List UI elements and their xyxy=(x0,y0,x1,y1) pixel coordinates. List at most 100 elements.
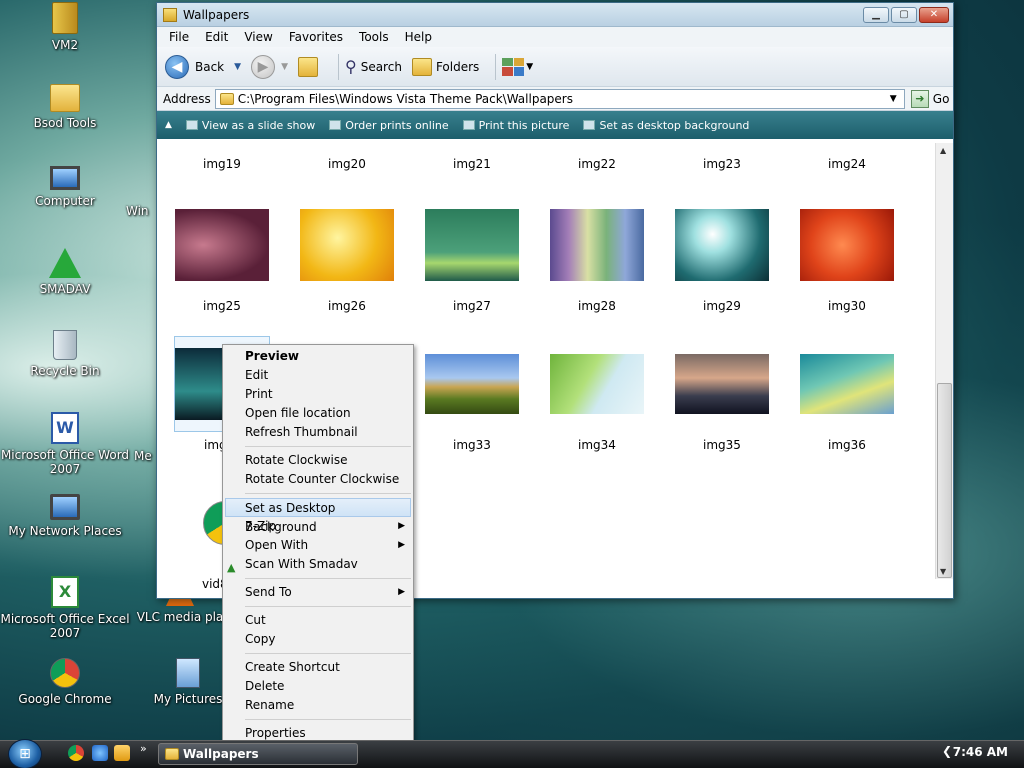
file-item[interactable]: img24 xyxy=(797,157,897,171)
menu-edit[interactable]: Edit xyxy=(197,30,236,44)
file-item[interactable]: img22 xyxy=(547,157,647,171)
file-item[interactable]: img25 xyxy=(172,197,272,313)
menu-item-preview[interactable]: Preview xyxy=(223,347,413,366)
image-thumbnail xyxy=(425,354,519,414)
file-item[interactable]: img29 xyxy=(672,197,772,313)
task-set-desktop-bg[interactable]: Set as desktop background xyxy=(583,119,749,132)
file-item[interactable]: img21 xyxy=(422,157,522,171)
menu-help[interactable]: Help xyxy=(397,30,440,44)
image-thumbnail xyxy=(800,209,894,281)
toolbar-separator xyxy=(337,53,339,80)
file-item[interactable]: img33 xyxy=(422,336,522,452)
windows-logo-icon: ⊞ xyxy=(19,746,31,762)
menu-item-rotate-clockwise[interactable]: Rotate Clockwise xyxy=(223,451,413,470)
forward-button[interactable]: ▶ ▼ xyxy=(251,54,288,79)
menu-view[interactable]: View xyxy=(236,30,280,44)
file-item[interactable]: img27 xyxy=(422,197,522,313)
menu-item-open-with[interactable]: Open With ▶ xyxy=(223,536,413,555)
title-bar[interactable]: Wallpapers ▁ ▢ ✕ xyxy=(157,3,953,27)
collapse-icon[interactable]: ▲ xyxy=(165,120,172,130)
desktop-icon-chrome[interactable]: Google Chrome xyxy=(0,658,130,706)
menu-item-refresh-thumbnail[interactable]: Refresh Thumbnail xyxy=(223,423,413,442)
go-button[interactable]: ➜ Go xyxy=(910,89,949,108)
go-arrow-icon: ➜ xyxy=(910,89,929,108)
quicklaunch-chrome-icon[interactable] xyxy=(68,745,84,761)
image-thumbnail xyxy=(675,354,769,414)
toolbar: ◀ Back ▼ ▶ ▼ ⚲ Search Folders ▼ xyxy=(157,47,953,87)
menu-tools[interactable]: Tools xyxy=(351,30,397,44)
up-folder-button[interactable] xyxy=(297,56,322,77)
desktop-icon-word[interactable]: W Microsoft Office Word 2007 xyxy=(0,412,130,476)
scroll-thumb[interactable] xyxy=(937,383,952,578)
address-dropdown-icon[interactable]: ▼ xyxy=(890,94,904,104)
submenu-arrow-icon: ▶ xyxy=(398,540,405,550)
scroll-up-icon[interactable]: ▲ xyxy=(940,146,946,155)
desktop-icon-recycle-bin[interactable]: Recycle Bin xyxy=(0,330,130,378)
task-order-prints[interactable]: Order prints online xyxy=(329,119,449,132)
desktop-icon-smadav[interactable]: SMADAV xyxy=(0,248,130,296)
quicklaunch-media-icon[interactable] xyxy=(114,745,130,761)
menu-item-send-to[interactable]: Send To ▶ xyxy=(223,583,413,602)
task-slideshow[interactable]: View as a slide show xyxy=(185,119,315,132)
menu-item-rename[interactable]: Rename xyxy=(223,696,413,715)
quicklaunch-ie-icon[interactable] xyxy=(92,745,108,761)
menu-separator xyxy=(245,578,411,579)
file-item[interactable]: img36 xyxy=(797,336,897,452)
search-button[interactable]: ⚲ Search xyxy=(345,57,402,76)
file-item[interactable]: img30 xyxy=(797,197,897,313)
menu-item-7zip[interactable]: 7-Zip ▶ xyxy=(223,517,413,536)
network-icon xyxy=(50,494,80,520)
word-icon: W xyxy=(51,412,79,444)
address-input[interactable]: C:\Program Files\Windows Vista Theme Pac… xyxy=(214,88,905,109)
menu-separator xyxy=(245,606,411,607)
forward-dropdown-icon[interactable]: ▼ xyxy=(281,62,288,72)
clock[interactable]: 7:46 AM xyxy=(953,745,1008,759)
folder-icon xyxy=(50,84,80,112)
menu-item-delete[interactable]: Delete xyxy=(223,677,413,696)
menu-item-copy[interactable]: Copy xyxy=(223,630,413,649)
task-print-picture[interactable]: Print this picture xyxy=(462,119,569,132)
forward-arrow-icon: ▶ xyxy=(251,54,276,79)
start-button[interactable]: ⊞ xyxy=(8,739,42,768)
toolbar-separator xyxy=(495,53,497,80)
taskbar xyxy=(0,740,1024,768)
file-item[interactable]: img23 xyxy=(672,157,772,171)
desktop-icon-vm2[interactable]: VM2 xyxy=(0,2,130,52)
tray-expand-icon[interactable]: ❮ xyxy=(942,744,952,758)
vertical-scrollbar[interactable]: ▲ ▼ xyxy=(935,143,953,579)
menu-item-cut[interactable]: Cut xyxy=(223,611,413,630)
folders-button[interactable]: Folders xyxy=(411,57,479,76)
close-button[interactable]: ✕ xyxy=(919,6,949,23)
maximize-button[interactable]: ▢ xyxy=(891,6,917,23)
desktop-icon-excel[interactable]: X Microsoft Office Excel 2007 xyxy=(0,576,130,640)
views-button[interactable]: ▼ xyxy=(502,57,533,76)
menu-item-scan-smadav[interactable]: ▲ Scan With Smadav xyxy=(223,555,413,574)
menu-item-edit[interactable]: Edit xyxy=(223,366,413,385)
taskbar-item-wallpapers[interactable]: Wallpapers xyxy=(158,743,358,765)
file-item[interactable]: img20 xyxy=(297,157,397,171)
minimize-button[interactable]: ▁ xyxy=(863,6,889,23)
menu-item-open-file-location[interactable]: Open file location xyxy=(223,404,413,423)
menu-separator xyxy=(245,493,411,494)
back-dropdown-icon[interactable]: ▼ xyxy=(234,62,241,72)
file-item[interactable]: img34 xyxy=(547,336,647,452)
quicklaunch-overflow-icon[interactable]: » xyxy=(140,742,147,755)
menu-item-create-shortcut[interactable]: Create Shortcut xyxy=(223,658,413,677)
image-thumbnail xyxy=(675,209,769,281)
menu-item-print[interactable]: Print xyxy=(223,385,413,404)
menu-item-set-desktop-background[interactable]: Set as Desktop Background xyxy=(225,498,411,534)
desktop-icon-computer[interactable]: Computer xyxy=(0,166,130,208)
scroll-down-icon[interactable]: ▼ xyxy=(940,567,946,576)
menu-file[interactable]: File xyxy=(161,30,197,44)
back-button[interactable]: ◀ Back ▼ xyxy=(165,54,241,79)
file-item[interactable]: img26 xyxy=(297,197,397,313)
menu-item-rotate-counter-clockwise[interactable]: Rotate Counter Clockwise xyxy=(223,470,413,489)
desktop-icon-bsod-tools[interactable]: Bsod Tools xyxy=(0,84,130,130)
file-item[interactable]: img28 xyxy=(547,197,647,313)
back-arrow-icon: ◀ xyxy=(165,54,189,79)
file-item[interactable]: img35 xyxy=(672,336,772,452)
menu-favorites[interactable]: Favorites xyxy=(281,30,351,44)
file-item[interactable]: img19 xyxy=(172,157,272,171)
desktop-icon-network-places[interactable]: My Network Places xyxy=(0,494,130,538)
menu-bar: File Edit View Favorites Tools Help xyxy=(157,27,953,47)
